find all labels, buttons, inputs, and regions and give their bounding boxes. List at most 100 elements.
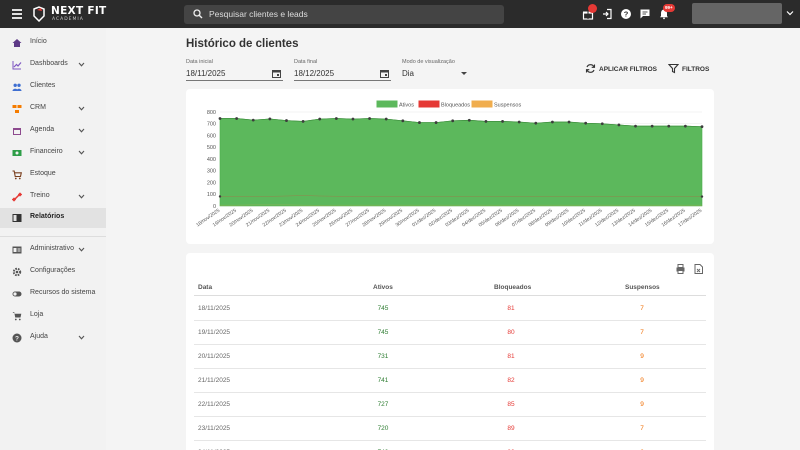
sidebar-item-crm[interactable]: CRM [0,99,106,119]
view-mode-value[interactable]: Dia [402,69,414,78]
help-icon[interactable]: ? [620,8,632,20]
table-row[interactable]: 24/11/2025740836 [194,441,706,450]
data-point-bloqueados [700,195,704,198]
calendar-icon[interactable] [380,69,389,78]
data-point-ativos [235,117,239,120]
data-point-ativos [285,119,288,122]
apply-filters-button[interactable]: APLICAR FILTROS [585,63,657,76]
data-point-bloqueados [218,195,222,198]
login-icon[interactable] [601,8,613,20]
sidebar-item-recursos[interactable]: Recursos do sistema [0,284,106,304]
chevron-down-icon [78,62,85,67]
start-date-underline [186,80,283,81]
data-point-ativos [617,123,621,127]
cell-ativos: 741 [377,377,389,384]
data-point-ativos [301,120,305,123]
data-point-ativos [218,117,222,120]
export-file-icon[interactable] [694,264,703,274]
sidebar-item-label: Dashboards [30,60,68,67]
sidebar-divider [0,236,106,237]
sidebar-item-treino[interactable]: Treino [0,187,106,207]
table-row[interactable]: 21/11/2025 741 82 9 [194,369,706,393]
calendar-icon[interactable] [272,69,281,78]
chart-plot [218,117,704,207]
logo-mark-icon [33,6,45,22]
start-date-label: Data inicial [186,59,213,65]
data-point-ativos [650,124,654,128]
chevron-down-icon[interactable] [786,10,794,16]
dropdown-arrow-icon[interactable] [461,72,467,75]
start-date-field[interactable]: Data inicial 18/11/2025 [186,59,283,81]
view-mode-label: Modo de visualização [402,59,455,65]
legend-label-bloqueados: Bloqueados [441,103,470,109]
data-point-ativos [534,121,538,125]
data-point-ativos [451,119,455,123]
table-row[interactable]: 23/11/2025 720 89 7 [194,417,706,441]
sidebar-item-estoque[interactable]: Estoque [0,165,106,185]
chat-icon[interactable] [639,8,651,20]
sidebar-item-relatorios[interactable]: Relatórios [0,208,106,228]
menu-icon[interactable] [12,9,22,19]
shop-cart-icon [12,312,22,321]
cell-suspensos: 9 [640,377,644,384]
data-point-ativos [484,120,488,123]
sidebar-item-label: Estoque [30,170,56,177]
cell-bloqueados: 82 [507,377,515,384]
user-menu[interactable] [692,3,782,24]
legend-label-ativos: Ativos [399,103,414,109]
search-icon [193,9,203,19]
data-point-ativos [334,117,338,120]
sidebar-item-label: Treino [30,192,50,199]
calendar-icon [13,128,21,135]
end-date-value[interactable]: 18/12/2025 [294,69,334,78]
top-bar: NEXT FIT ACADEMIA Pesquisar clientes e l… [0,0,800,28]
end-date-underline [294,80,391,81]
cell-suspensos: 9 [640,401,644,408]
table-row[interactable]: 22/11/2025 727 85 9 [194,393,706,417]
cell-ativos: 745 [377,329,389,336]
table-row[interactable]: 20/11/2025 731 81 9 [194,345,706,369]
print-icon[interactable] [676,264,685,274]
filters-button[interactable]: FILTROS [668,63,710,76]
data-point-ativos [683,124,687,128]
sidebar-item-loja[interactable]: Loja [0,306,106,326]
data-point-ativos [700,125,704,129]
logo-subtitle: ACADEMIA [52,17,84,22]
data-point-ativos [584,121,588,125]
start-date-value[interactable]: 18/11/2025 [186,69,225,78]
end-date-label: Data final [294,59,318,65]
cell-ativos: 727 [377,401,389,408]
y-tick-label: 400 [207,157,216,163]
sidebar-item-agenda[interactable]: Agenda [0,121,106,141]
cell-bloqueados: 81 [507,353,515,360]
area-ativos [219,118,703,207]
legend-swatch-ativos [376,100,398,108]
sidebar-item-clientes[interactable]: Clientes [0,77,106,97]
sidebar-item-label: Início [30,38,47,45]
legend-label-suspensos: Suspensos [494,103,521,109]
sidebar-item-inicio[interactable]: Início [0,33,106,53]
sidebar: Início Dashboards Clientes CRM Agenda Fi… [0,28,106,450]
table-row[interactable]: 18/11/2025 745 81 7 [194,297,706,321]
sidebar-item-administrativo[interactable]: Administrativo [0,240,106,260]
dumbbell-icon [12,192,22,202]
data-point-ativos [517,120,521,124]
notification-count-badge: 99+ [663,4,675,12]
view-mode-select[interactable]: Modo de visualização Dia [402,59,472,81]
logo[interactable]: NEXT FIT ACADEMIA [32,5,140,25]
y-tick-label: 300 [207,169,216,175]
end-date-field[interactable]: Data final 18/12/2025 [294,59,391,81]
sidebar-item-ajuda[interactable]: ? Ajuda [0,328,106,348]
sidebar-item-financeiro[interactable]: Financeiro [0,143,106,163]
data-point-ativos [501,120,504,123]
sidebar-item-label: Ajuda [30,333,48,340]
data-point-ativos [401,119,405,123]
y-tick-label: 100 [207,192,216,198]
table-row[interactable]: 19/11/2025 745 80 7 [194,321,706,345]
crm-icon [12,105,22,113]
search-input[interactable]: Pesquisar clientes e leads [184,5,504,24]
sidebar-item-configuracoes[interactable]: Configurações [0,262,106,282]
chart-legend: Ativos Bloqueados Suspensos [376,100,521,109]
sidebar-item-dashboards[interactable]: Dashboards [0,55,106,75]
cell-ativos: 731 [377,353,389,360]
